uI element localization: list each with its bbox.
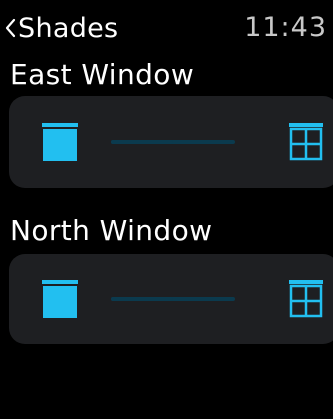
shade-control-north-window — [9, 254, 333, 344]
shade-title-north-window: North Window — [10, 214, 213, 247]
shade-level-fill — [111, 297, 173, 301]
clock: 11:43 — [244, 12, 327, 43]
back-button[interactable]: Shades — [4, 8, 118, 48]
window-open-icon[interactable] — [289, 123, 323, 161]
status-bar: Shades 11:43 — [0, 0, 333, 54]
shade-level-slider-north-window[interactable] — [111, 297, 235, 301]
window-open-icon[interactable] — [289, 280, 323, 318]
shade-closed-icon[interactable] — [42, 280, 78, 318]
shade-title-east-window: East Window — [10, 58, 195, 91]
shade-level-fill — [111, 140, 173, 144]
shade-level-slider-east-window[interactable] — [111, 140, 235, 144]
chevron-left-icon — [5, 18, 16, 38]
shade-closed-icon[interactable] — [42, 123, 78, 161]
shade-control-east-window — [9, 96, 333, 188]
back-label: Shades — [18, 12, 119, 44]
